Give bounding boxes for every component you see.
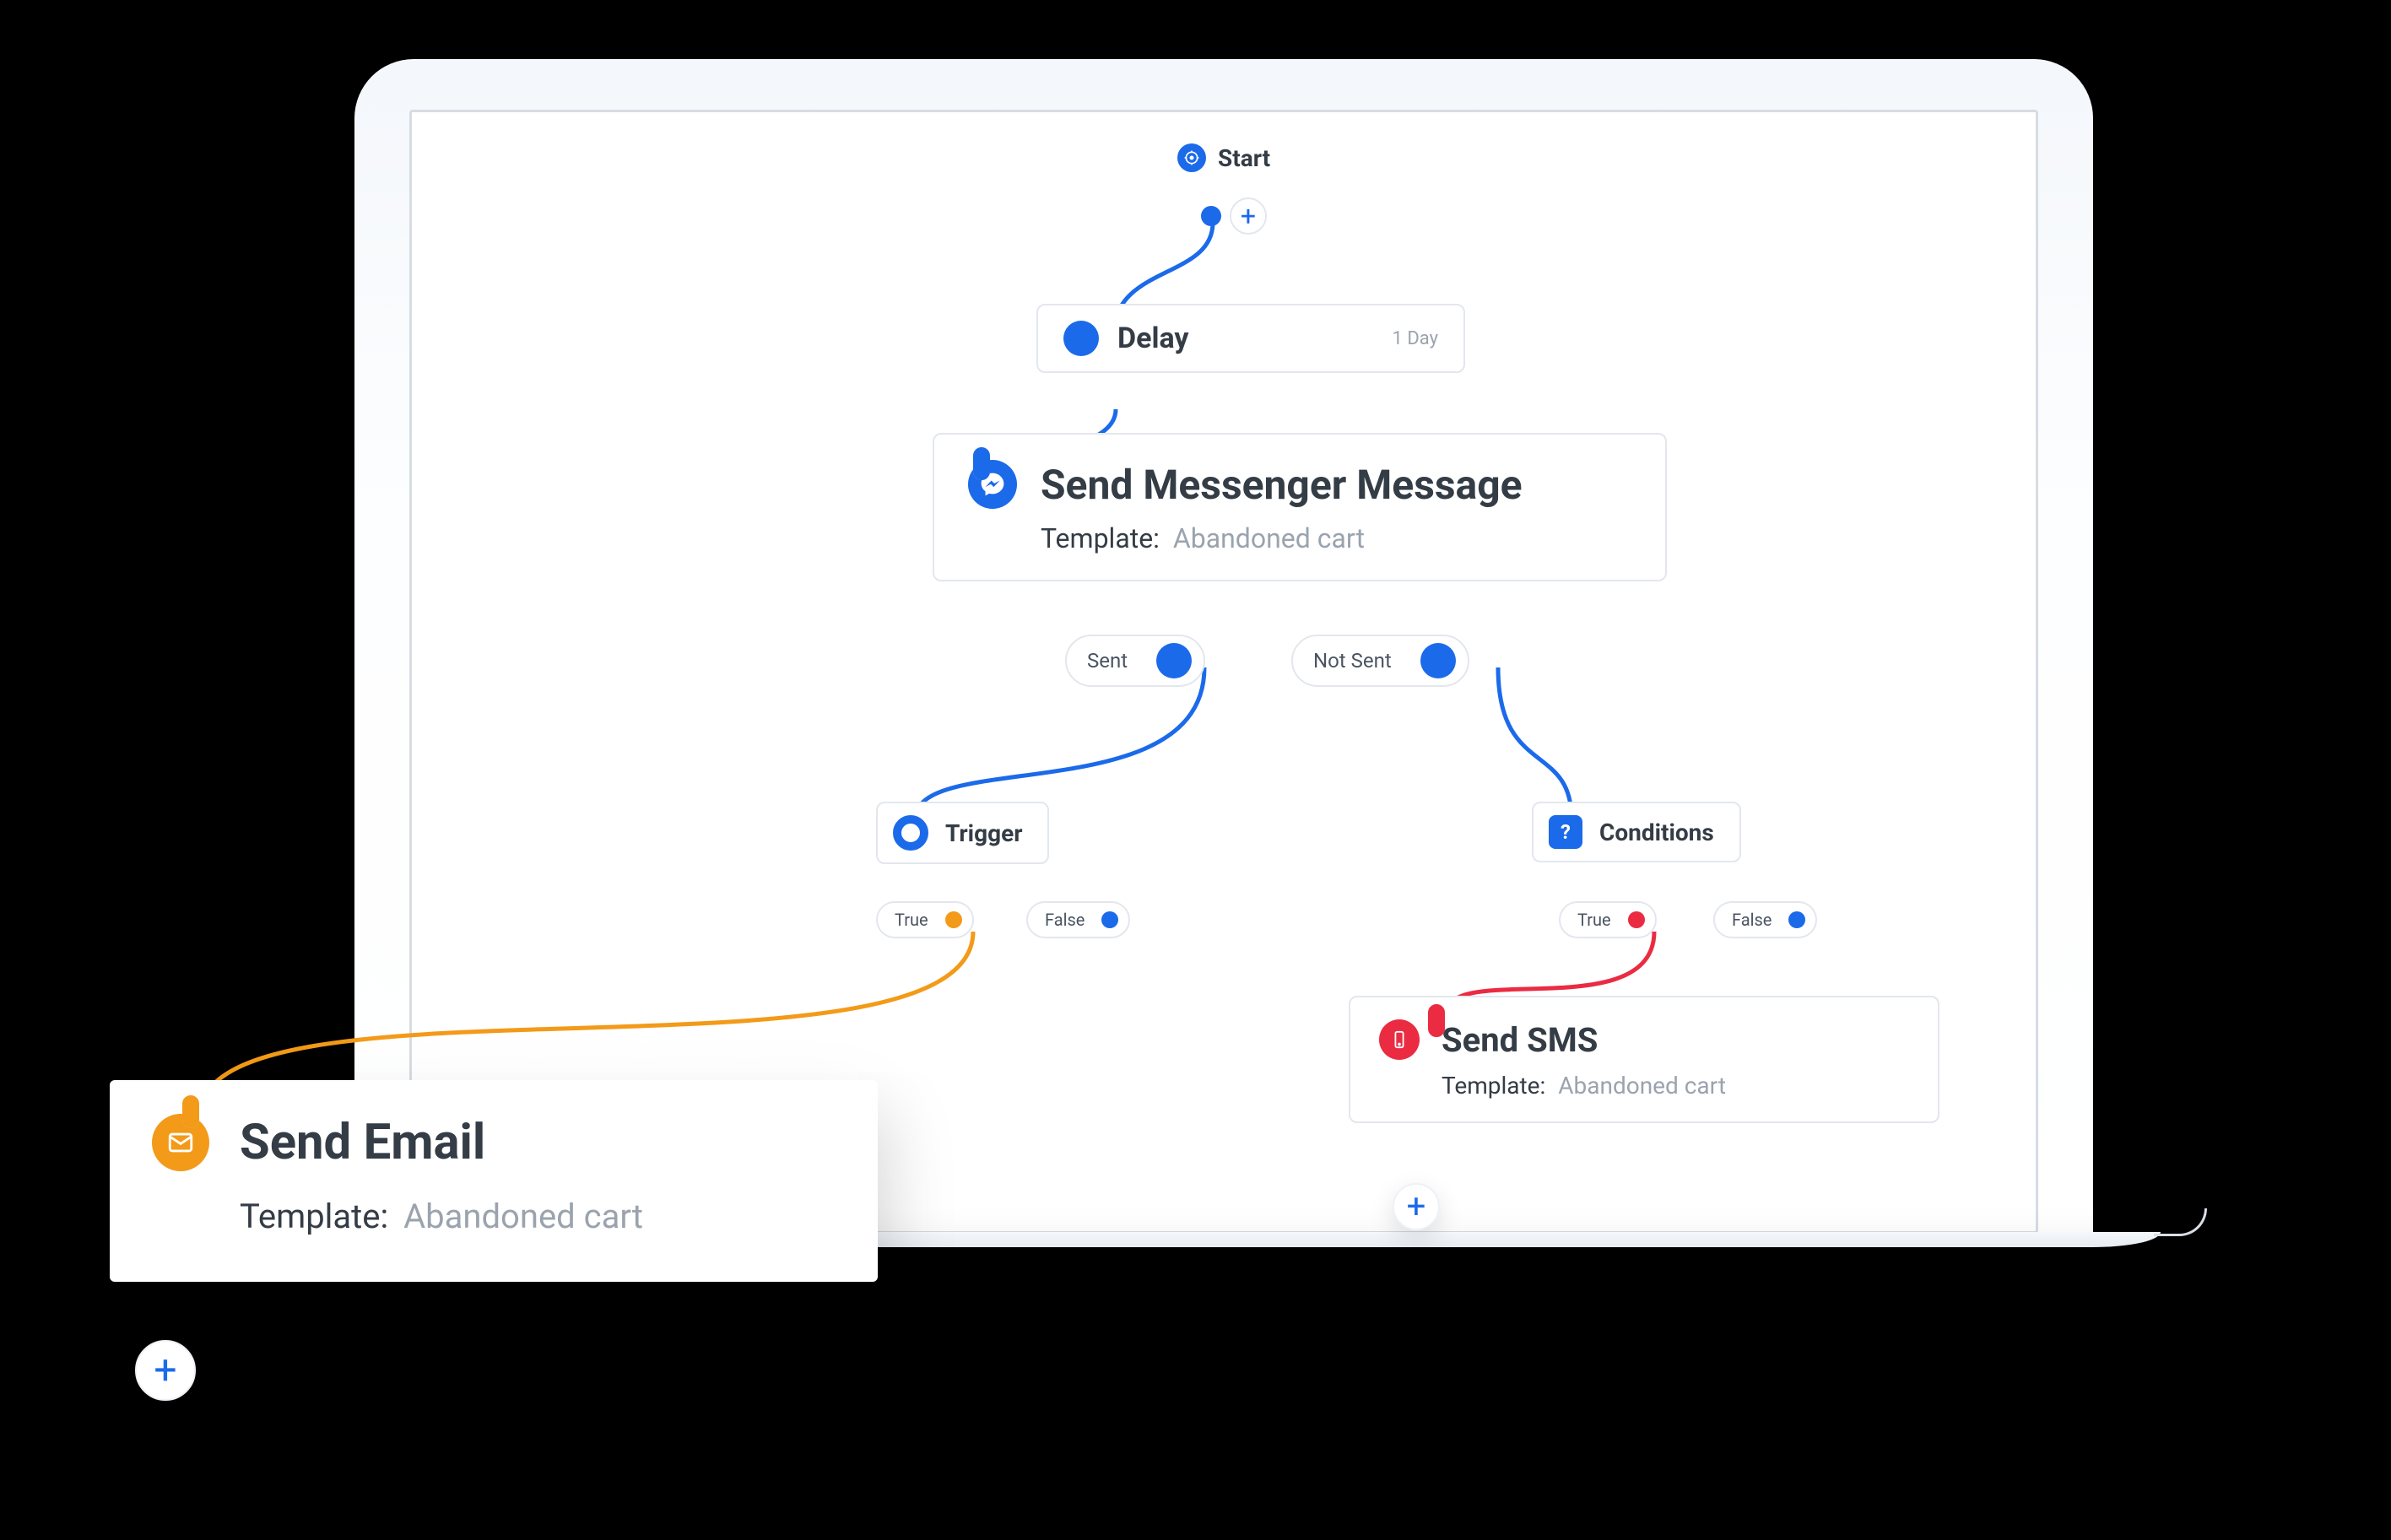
email-title: Send Email	[240, 1114, 485, 1171]
add-after-email-button[interactable]: +	[135, 1340, 196, 1401]
question-icon: ?	[1549, 815, 1582, 849]
trigger-label: Trigger	[945, 819, 1022, 847]
conditions-false[interactable]: False	[1713, 901, 1817, 938]
sms-connector	[1428, 1004, 1445, 1037]
add-after-sms-button[interactable]: +	[1393, 1183, 1440, 1230]
start-label: Start	[1218, 144, 1270, 172]
messenger-template: Template: Abandoned cart	[1041, 522, 1631, 554]
not-sent-port[interactable]	[1420, 643, 1456, 678]
trigger-node[interactable]: Trigger	[876, 802, 1049, 864]
trigger-false[interactable]: False	[1026, 901, 1130, 938]
trigger-true[interactable]: True	[876, 901, 974, 938]
start-outputs: +	[1201, 197, 1267, 235]
email-template: Template: Abandoned cart	[240, 1197, 836, 1236]
delay-label: Delay	[1117, 322, 1189, 355]
target-icon	[1177, 143, 1206, 172]
start-node[interactable]: Start	[1177, 143, 1270, 172]
sms-title: Send SMS	[1442, 1020, 1598, 1060]
phone-icon	[1379, 1019, 1420, 1060]
conditions-false-port[interactable]	[1788, 911, 1805, 928]
messenger-node[interactable]: Send Messenger Message Template: Abandon…	[933, 433, 1667, 581]
branch-not-sent[interactable]: Not Sent	[1291, 635, 1469, 687]
trigger-true-port[interactable]	[945, 911, 962, 928]
email-connector	[182, 1095, 199, 1128]
conditions-label: Conditions	[1599, 819, 1714, 846]
mail-icon	[152, 1114, 209, 1171]
start-port[interactable]	[1201, 206, 1221, 226]
email-node[interactable]: Send Email Template: Abandoned cart	[110, 1080, 878, 1282]
add-after-start-button[interactable]: +	[1230, 197, 1267, 235]
branch-sent[interactable]: Sent	[1065, 635, 1205, 687]
messenger-title: Send Messenger Message	[1041, 461, 1523, 509]
messenger-connector	[973, 447, 990, 480]
conditions-true-port[interactable]	[1628, 911, 1645, 928]
ring-icon	[893, 815, 928, 851]
conditions-true[interactable]: True	[1559, 901, 1657, 938]
conditions-node[interactable]: ? Conditions	[1532, 802, 1741, 862]
delay-node[interactable]: Delay 1 Day	[1036, 304, 1465, 373]
sent-port[interactable]	[1156, 643, 1192, 678]
sms-template: Template: Abandoned cart	[1442, 1072, 1909, 1100]
delay-value: 1 Day	[1393, 328, 1438, 349]
trigger-false-port[interactable]	[1101, 911, 1118, 928]
delay-icon	[1063, 321, 1099, 356]
